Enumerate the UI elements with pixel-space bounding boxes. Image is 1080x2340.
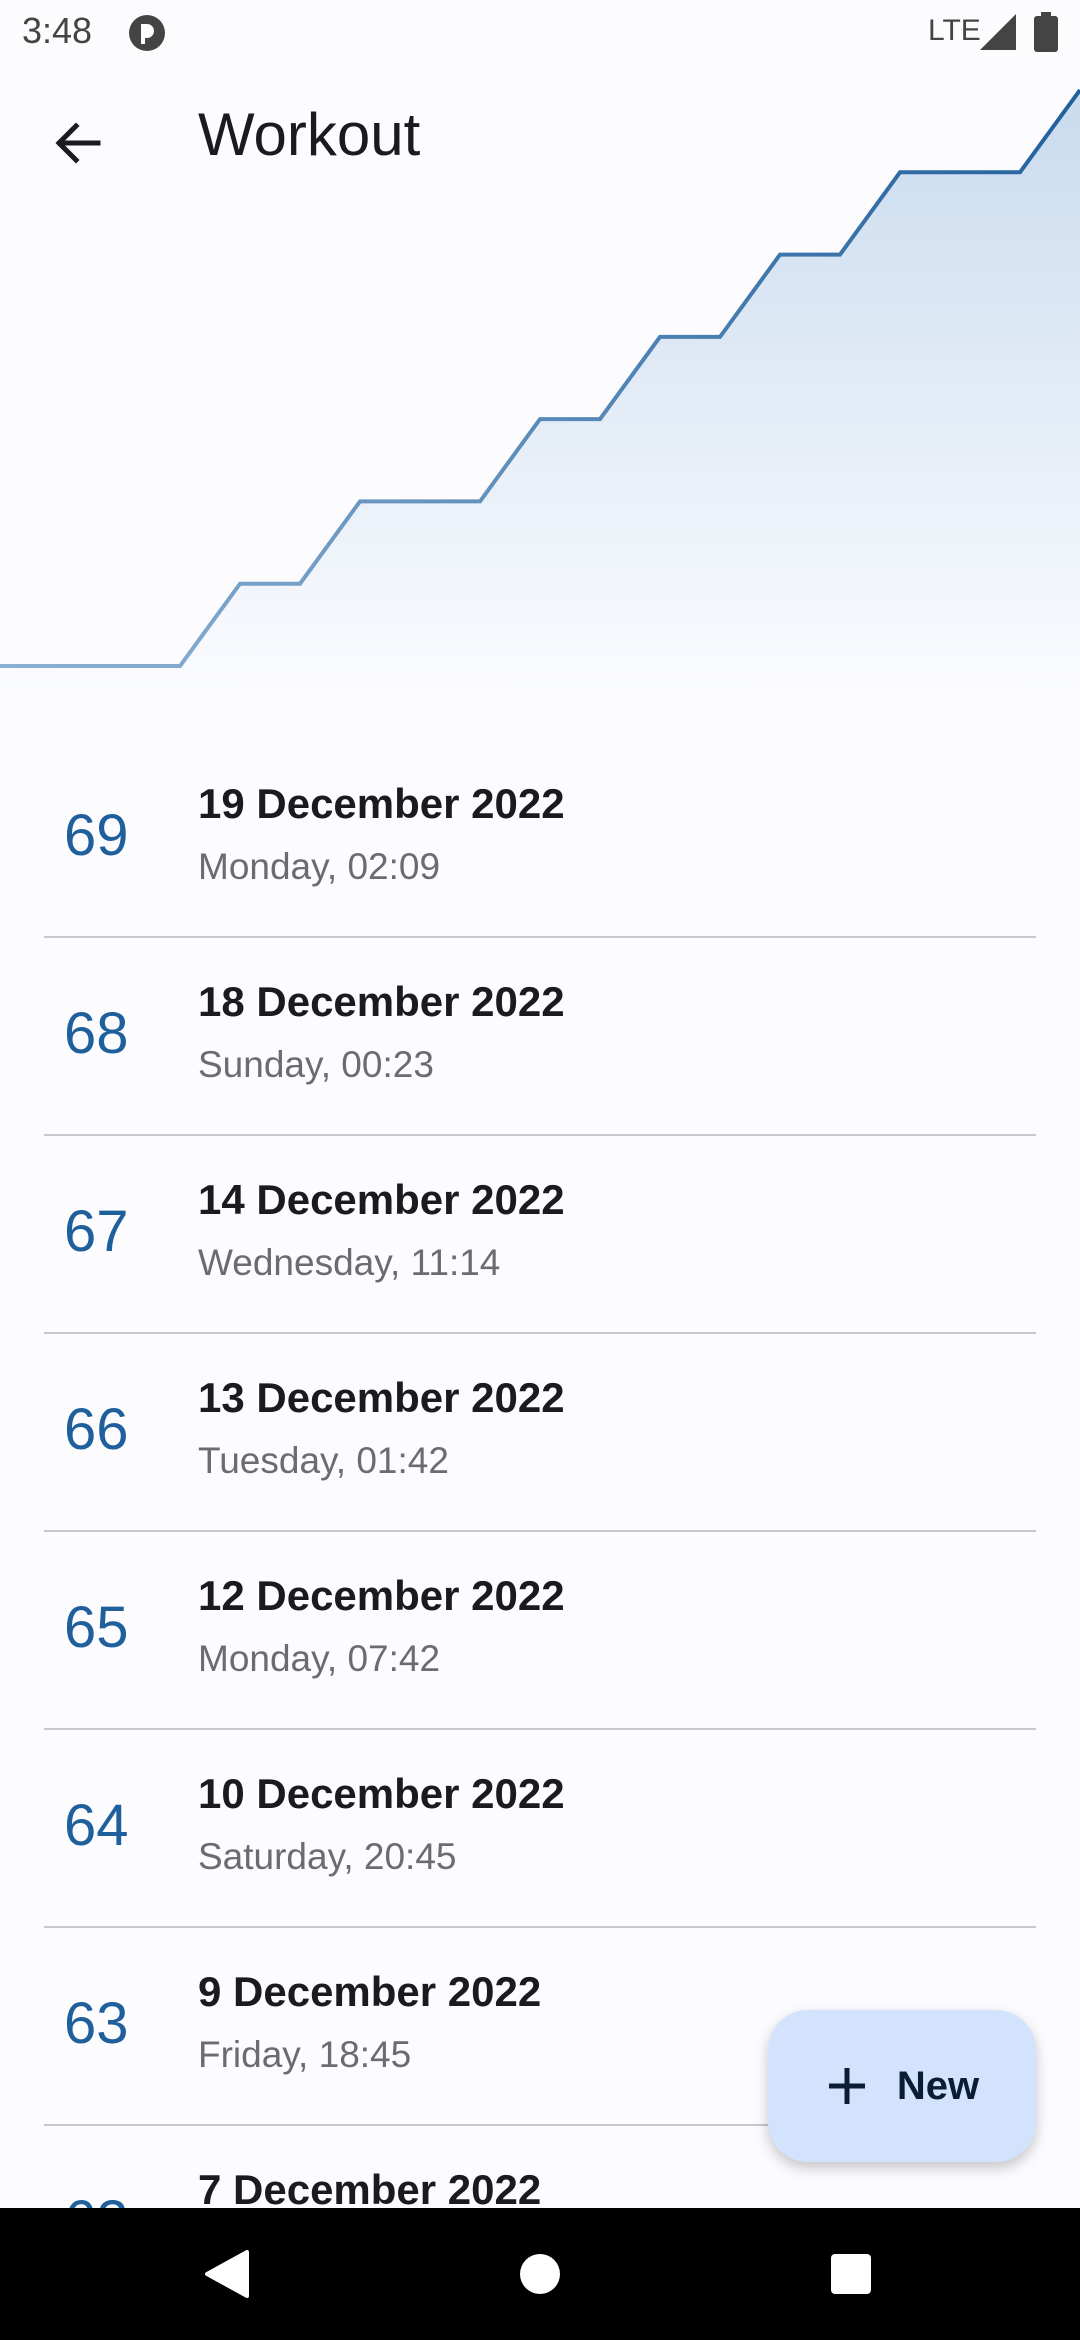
circle-home-icon <box>520 2254 560 2294</box>
list-item[interactable]: 64 10 December 2022 Saturday, 20:45 <box>0 1730 1080 1928</box>
list-item[interactable]: 68 18 December 2022 Sunday, 00:23 <box>0 938 1080 1136</box>
workout-day-time: Tuesday, 01:42 <box>198 1440 449 1481</box>
new-button-label: New <box>896 2063 980 2108</box>
workout-date: 19 December 2022 <box>198 780 565 827</box>
app-notification-icon <box>129 15 165 51</box>
page-title: Workout <box>198 101 421 168</box>
workout-date: 12 December 2022 <box>198 1572 565 1619</box>
back-button[interactable] <box>40 105 116 181</box>
workout-date: 9 December 2022 <box>198 1968 542 2015</box>
workout-date: 18 December 2022 <box>198 978 565 1025</box>
workout-day-time: Sunday, 00:23 <box>198 1044 434 1085</box>
list-item[interactable]: 66 13 December 2022 Tuesday, 01:42 <box>0 1334 1080 1532</box>
workout-number: 63 <box>64 1991 129 2056</box>
workout-day-time: Friday, 18:45 <box>198 2034 412 2075</box>
workout-day-time: Wednesday, 11:14 <box>198 1242 501 1283</box>
battery-icon <box>1034 12 1058 52</box>
workout-number: 65 <box>64 1595 129 1660</box>
workout-day-time: Monday, 02:09 <box>198 846 441 887</box>
workout-number: 69 <box>64 803 129 868</box>
square-recents-icon <box>831 2254 871 2294</box>
nav-home-button[interactable] <box>504 2238 576 2310</box>
signal-icon <box>980 14 1016 50</box>
workout-number: 67 <box>64 1199 129 1264</box>
triangle-back-icon <box>205 2250 249 2298</box>
workout-date: 7 December 2022 <box>198 2166 542 2213</box>
workout-progress-chart <box>0 88 1080 706</box>
list-item[interactable]: 67 14 December 2022 Wednesday, 11:14 <box>0 1136 1080 1334</box>
workout-date: 13 December 2022 <box>198 1374 565 1421</box>
workout-number: 64 <box>64 1793 129 1858</box>
workout-day-time: Monday, 07:42 <box>198 1638 441 1679</box>
chart-area-fill <box>0 90 1080 706</box>
workout-number: 68 <box>64 1001 129 1066</box>
workout-number: 66 <box>64 1397 129 1462</box>
workout-day-time: Saturday, 20:45 <box>198 1836 457 1877</box>
nav-back-button[interactable] <box>190 2238 262 2310</box>
list-item[interactable]: 69 19 December 2022 Monday, 02:09 <box>0 740 1080 938</box>
network-type: LTE <box>928 14 981 47</box>
status-bar: 3:48 LTE <box>0 0 1080 66</box>
nav-recents-button[interactable] <box>815 2238 887 2310</box>
new-workout-button[interactable]: New <box>768 2010 1036 2162</box>
workout-date: 14 December 2022 <box>198 1176 565 1223</box>
workout-date: 10 December 2022 <box>198 1770 565 1817</box>
list-item[interactable]: 65 12 December 2022 Monday, 07:42 <box>0 1532 1080 1730</box>
system-navigation-bar <box>0 2208 1080 2340</box>
plus-icon <box>828 2068 865 2104</box>
status-time: 3:48 <box>22 10 93 51</box>
arrow-left-icon <box>55 122 101 164</box>
